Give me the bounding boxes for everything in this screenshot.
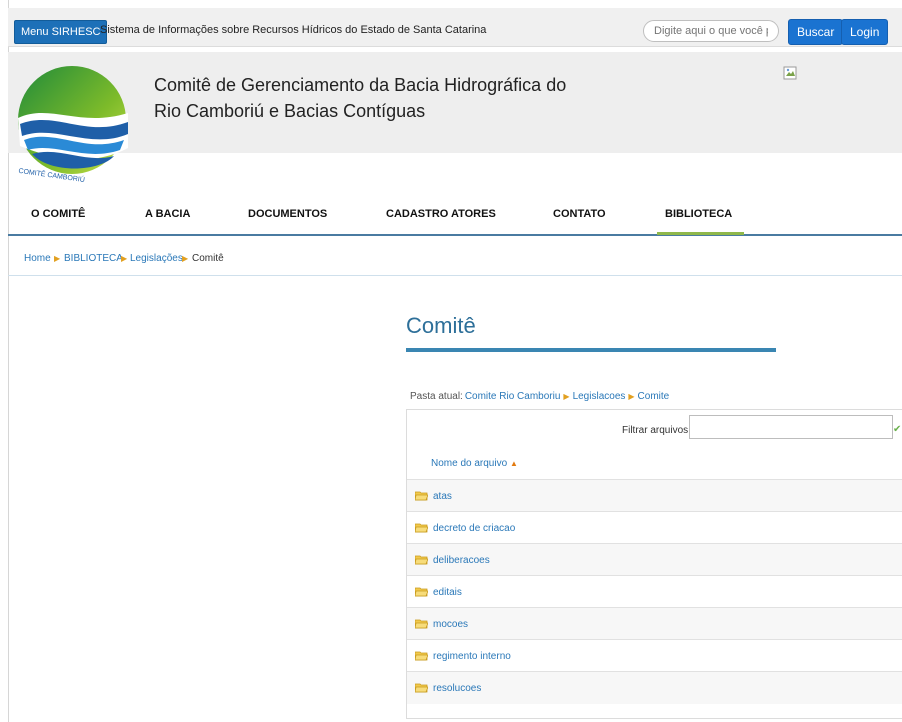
sort-asc-icon: ▲: [509, 459, 518, 468]
main-nav: O COMITÊ A BACIA DOCUMENTOS CADASTRO ATO…: [8, 204, 902, 236]
committee-title-line2: Rio Camboriú e Bacias Contíguas: [154, 101, 426, 121]
list-item[interactable]: mocoes: [407, 607, 902, 640]
committee-title-line1: Comitê de Gerenciamento da Bacia Hidrogr…: [154, 75, 567, 95]
path-arrow-icon: ▶: [628, 392, 635, 401]
folder-icon: [415, 683, 428, 693]
nav-item-biblioteca[interactable]: BIBLIOTECA: [665, 208, 732, 220]
search-input[interactable]: [643, 20, 779, 42]
nav-item-cadastro-atores[interactable]: CADASTRO ATORES: [386, 208, 496, 220]
path-comite[interactable]: Comite: [638, 391, 670, 402]
breadcrumb-biblioteca[interactable]: BIBLIOTECA: [64, 253, 123, 264]
breadcrumb: Home ▶ BIBLIOTECA ▶ Legislações ▶ Comitê: [8, 243, 902, 276]
nav-active-indicator: [657, 232, 744, 235]
nav-item-contato[interactable]: CONTATO: [553, 208, 606, 220]
folder-icon: [415, 523, 428, 533]
folder-icon: [415, 651, 428, 661]
folder-name[interactable]: editais: [433, 587, 462, 598]
committee-title: Comitê de Gerenciamento da Bacia Hidrogr…: [154, 72, 566, 124]
path-comite-rio-camboriu[interactable]: Comite Rio Camboriu: [465, 391, 561, 402]
folder-name[interactable]: resolucoes: [433, 683, 481, 694]
breadcrumb-arrow-icon: ▶: [54, 254, 61, 263]
filter-label: Filtrar arquivos:: [622, 425, 691, 436]
search-button[interactable]: Buscar: [788, 19, 844, 45]
list-item[interactable]: resolucoes: [407, 671, 902, 704]
nav-item-o-comite[interactable]: O COMITÊ: [31, 208, 85, 220]
menu-sirhesc-button[interactable]: Menu SIRHESC: [14, 20, 108, 44]
folder-icon: [415, 587, 428, 597]
column-header-label: Nome do arquivo: [431, 458, 508, 469]
path-legislacoes[interactable]: Legislacoes: [573, 391, 626, 402]
folder-name[interactable]: deliberacoes: [433, 555, 490, 566]
system-title: Sistema de Informações sobre Recursos Hí…: [100, 24, 487, 36]
list-item[interactable]: regimento interno: [407, 639, 902, 672]
nav-item-documentos[interactable]: DOCUMENTOS: [248, 208, 327, 220]
breadcrumb-arrow-icon: ▶: [121, 254, 128, 263]
comite-camboriu-logo: COMITÊ CAMBORIÚ: [18, 66, 128, 184]
login-button[interactable]: Login: [841, 19, 889, 45]
list-item[interactable]: decreto de criacao: [407, 511, 902, 544]
folder-name[interactable]: mocoes: [433, 619, 468, 630]
folder-icon: [415, 619, 428, 629]
folder-name[interactable]: atas: [433, 491, 452, 502]
folder-icon: [415, 491, 428, 501]
breadcrumb-home[interactable]: Home: [24, 253, 51, 264]
title-underline: [406, 348, 776, 352]
current-folder-label: Pasta atual:: [410, 391, 463, 402]
broken-image-icon: [783, 66, 797, 80]
filter-input[interactable]: [689, 415, 893, 439]
list-item[interactable]: editais: [407, 575, 902, 608]
filter-check-icon: ✔: [893, 425, 902, 434]
column-header-name[interactable]: Nome do arquivo ▲: [431, 458, 518, 469]
breadcrumb-legislacoes[interactable]: Legislações: [130, 253, 183, 264]
breadcrumb-arrow-icon: ▶: [182, 254, 189, 263]
folder-name[interactable]: regimento interno: [433, 651, 511, 662]
list-item[interactable]: deliberacoes: [407, 543, 902, 576]
current-folder-path: Pasta atual: Comite Rio Camboriu ▶ Legislac…: [410, 391, 672, 402]
nav-item-a-bacia[interactable]: A BACIA: [145, 208, 190, 220]
folder-name[interactable]: decreto de criacao: [433, 523, 515, 534]
breadcrumb-current: Comitê: [192, 253, 224, 264]
folder-icon: [415, 555, 428, 565]
list-item[interactable]: atas: [407, 479, 902, 512]
path-arrow-icon: ▶: [563, 392, 570, 401]
page-title: Comitê: [406, 313, 476, 338]
